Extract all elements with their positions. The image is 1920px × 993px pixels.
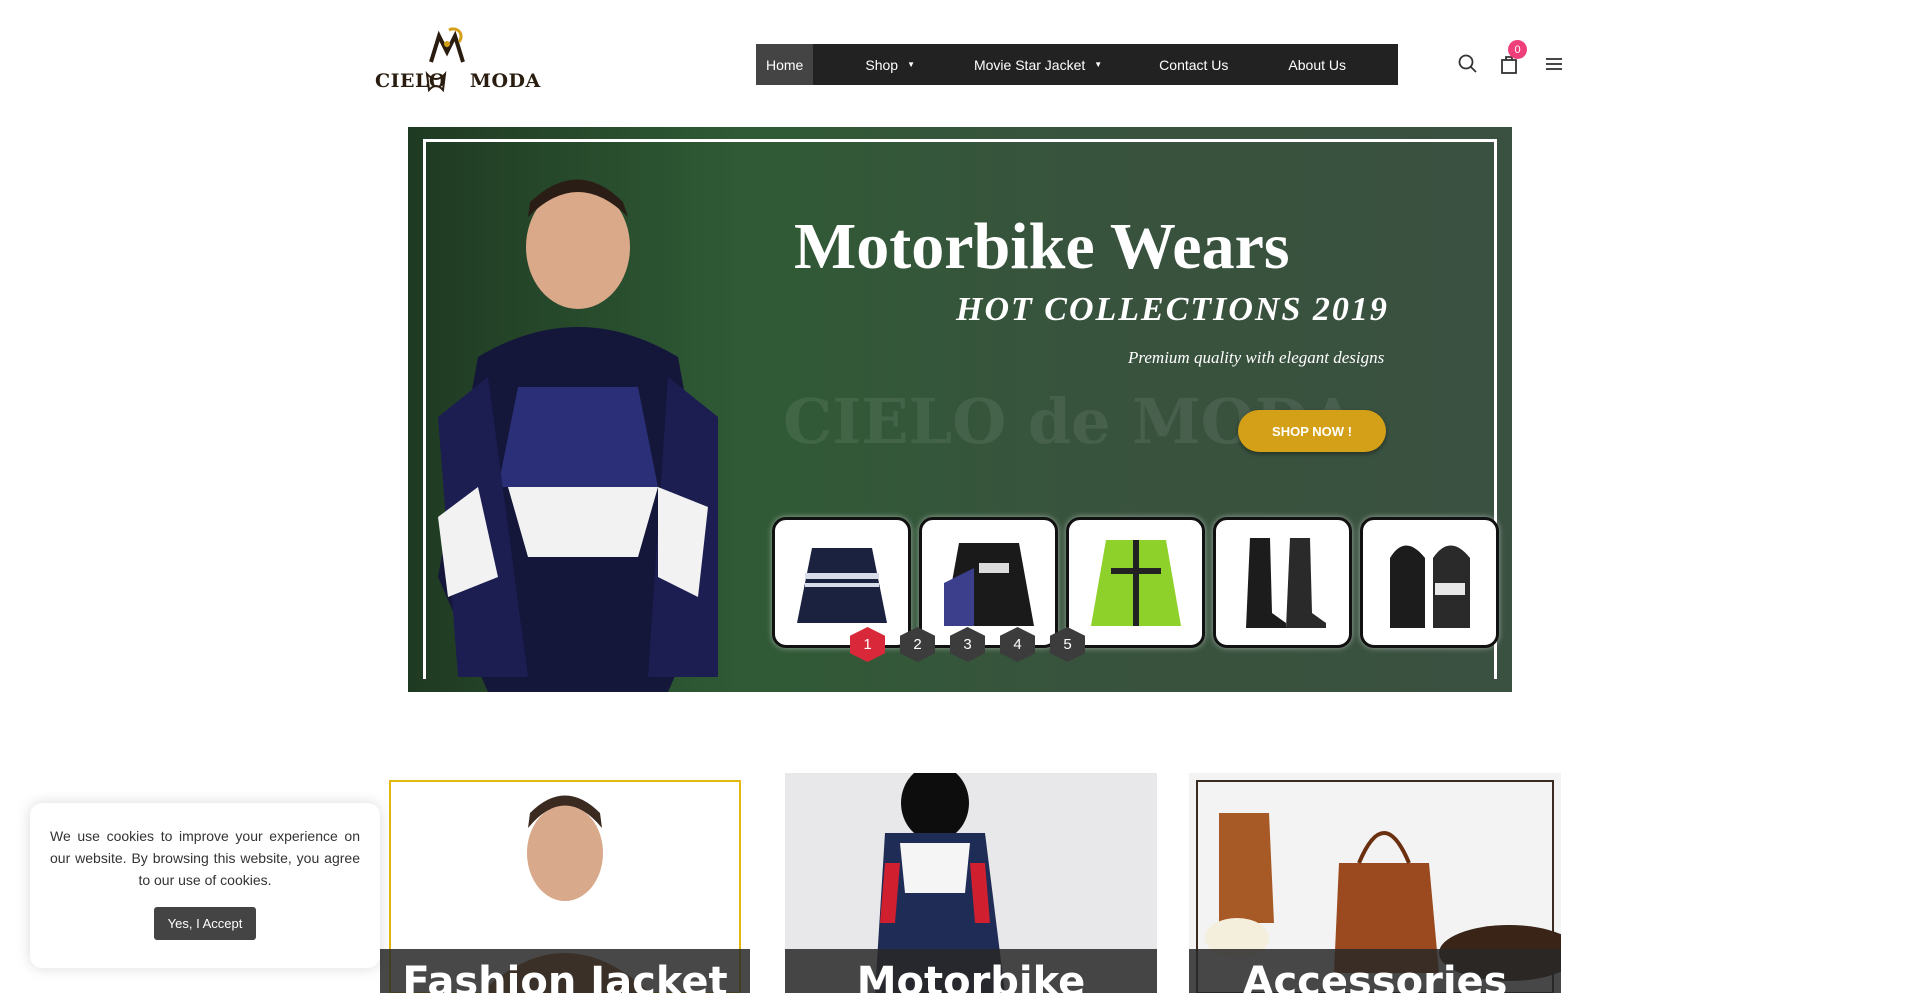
gloves-icon — [1389, 545, 1470, 628]
category-card-fashion-jacket[interactable]: Fashion Jacket — [380, 773, 750, 993]
chevron-down-icon: ▼ — [1094, 60, 1103, 69]
nav-about-us-label: About Us — [1288, 56, 1347, 73]
hamburger-menu-icon[interactable] — [1542, 52, 1566, 76]
slider-pagination: 1 2 3 4 5 — [850, 627, 1085, 662]
hero-tagline: Premium quality with elegant designs — [1128, 348, 1385, 367]
category-card-motorbike[interactable]: Motorbike — [785, 773, 1157, 993]
hero-model-image — [438, 179, 718, 692]
category-label: Fashion Jacket — [380, 949, 750, 993]
main-nav: Home Shop ▼ Movie Star Jacket ▼ Contact Us… — [756, 44, 1398, 85]
slide-dot-2[interactable]: 2 — [900, 627, 935, 662]
site-header: CIELO MODA Home Shop ▼ Movie Star Jacket ▼ … — [0, 0, 1920, 120]
nav-movie-star-jacket[interactable]: Movie Star Jacket ▼ — [974, 44, 1102, 85]
shop-now-button[interactable]: SHOP NOW ! — [1238, 410, 1386, 452]
slide-dot-4[interactable]: 4 — [1000, 627, 1035, 662]
thumb-black-boots[interactable] — [1213, 517, 1352, 648]
jacket-icon — [943, 542, 1034, 626]
nav-home[interactable]: Home — [756, 44, 814, 85]
chevron-down-icon: ▼ — [907, 60, 915, 69]
cart-count-badge: 0 — [1508, 40, 1527, 59]
hero-slider: CIELO de MODA Motorbike Wears HOT COLLEC… — [408, 127, 1512, 692]
nav-contact-us[interactable]: Contact Us — [1159, 44, 1228, 85]
category-label: Accessories — [1189, 949, 1561, 993]
slide-dot-1[interactable]: 1 — [850, 627, 885, 662]
nav-movie-star-jacket-label: Movie Star Jacket — [973, 56, 1086, 73]
category-card-accessories[interactable]: Accessories — [1189, 773, 1561, 993]
thumb-green-textile-jacket[interactable] — [1066, 517, 1205, 648]
cookie-notice: We use cookies to improve your experienc… — [30, 803, 380, 968]
search-icon[interactable] — [1456, 52, 1480, 76]
nav-shop-label: Shop — [865, 56, 899, 73]
jacket-icon — [1090, 539, 1181, 626]
thumb-black-white-gloves[interactable] — [1360, 517, 1499, 648]
logo-text: CIELO MODA — [375, 70, 541, 92]
nav-home-label: Home — [766, 56, 804, 73]
nav-about-us[interactable]: About Us — [1288, 44, 1346, 85]
accept-cookies-button[interactable]: Yes, I Accept — [154, 907, 256, 940]
boots-icon — [1245, 537, 1326, 628]
jacket-icon — [796, 547, 887, 623]
cookie-text: We use cookies to improve your experienc… — [50, 828, 360, 888]
hero-subtitle: HOT COLLECTIONS 2019 — [956, 291, 1389, 328]
hero-title: Motorbike Wears — [794, 210, 1290, 283]
logo-emblem-icon — [429, 27, 465, 63]
logo-text-right: MODA — [469, 70, 541, 92]
slide-dot-3[interactable]: 3 — [950, 627, 985, 662]
brand-logo[interactable]: CIELO MODA — [375, 26, 540, 102]
nav-shop[interactable]: Shop ▼ — [865, 44, 915, 85]
nav-contact-us-label: Contact Us — [1159, 56, 1229, 73]
category-label: Motorbike — [785, 949, 1157, 993]
slide-dot-5[interactable]: 5 — [1050, 627, 1085, 662]
